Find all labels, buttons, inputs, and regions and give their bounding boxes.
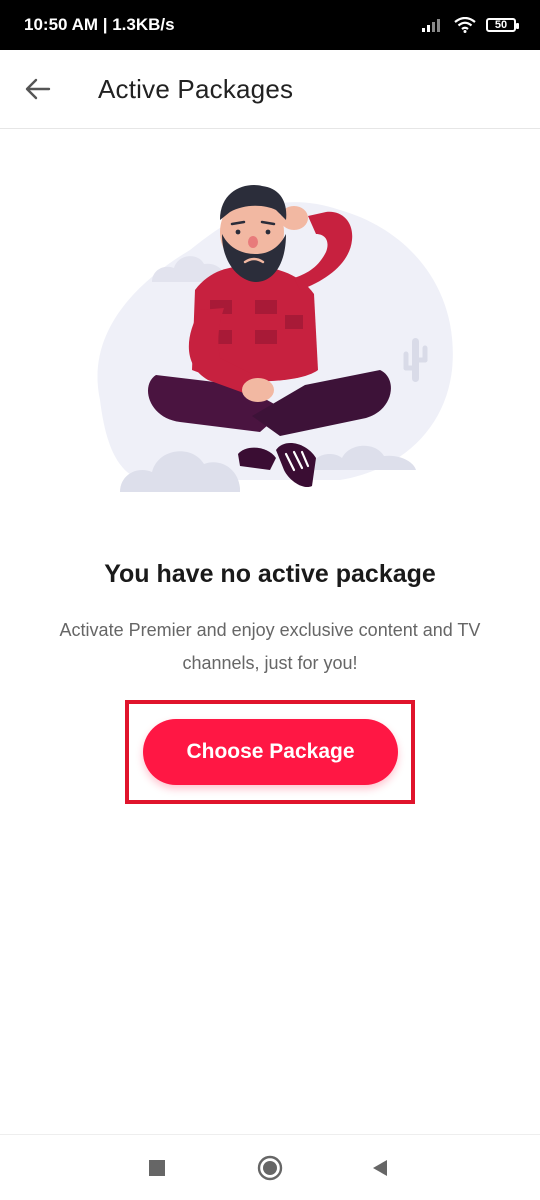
confused-man-illustration bbox=[97, 185, 453, 492]
nav-back-button[interactable] bbox=[363, 1151, 397, 1185]
status-icons: 50 bbox=[422, 17, 519, 33]
app-bar: Active Packages bbox=[0, 50, 540, 129]
choose-package-button[interactable]: Choose Package bbox=[143, 719, 398, 785]
empty-state-description: Activate Premier and enjoy exclusive con… bbox=[59, 620, 481, 673]
home-button[interactable] bbox=[253, 1151, 287, 1185]
recent-apps-button[interactable] bbox=[140, 1151, 174, 1185]
back-icon bbox=[373, 1160, 387, 1176]
empty-state-title: You have no active package bbox=[104, 560, 436, 588]
system-nav-bar bbox=[0, 1134, 540, 1200]
wifi-icon bbox=[454, 17, 476, 33]
arrow-left-icon bbox=[25, 78, 51, 100]
status-bar: 10:50 AM | 1.3KB/s 50 bbox=[0, 0, 540, 50]
signal-icon bbox=[422, 19, 440, 32]
home-icon bbox=[257, 1155, 283, 1181]
page-title: Active Packages bbox=[98, 73, 294, 104]
battery-level: 50 bbox=[494, 19, 508, 31]
status-time-speed: 10:50 AM | 1.3KB/s bbox=[24, 15, 175, 34]
back-button[interactable] bbox=[8, 59, 68, 119]
recent-apps-icon bbox=[149, 1160, 165, 1176]
battery-icon: 50 bbox=[486, 18, 519, 32]
